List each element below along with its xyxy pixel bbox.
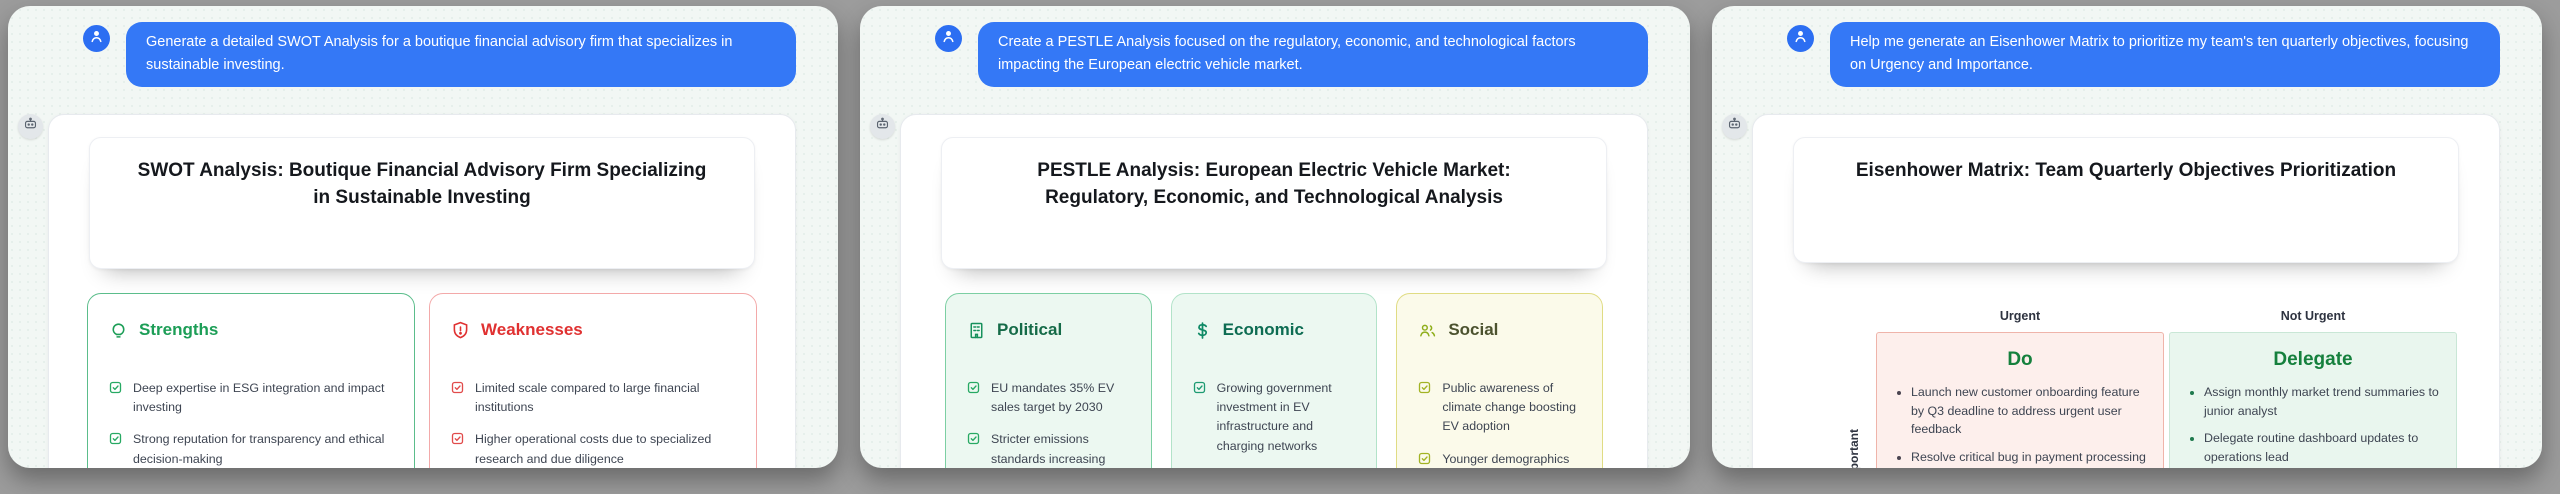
matrix-body: Important Do Launch new customer onboard… [1837,332,2457,468]
check-square-icon [450,431,465,446]
user-message-bubble: Create a PESTLE Analysis focused on the … [978,22,1648,87]
list-item: EU mandates 35% EV sales target by 2030 [966,379,1131,417]
quadrant-do: Do Launch new customer onboarding featur… [1876,332,2164,468]
check-square-icon [966,380,981,395]
list-item: Growing government investment in EV infr… [1192,379,1357,456]
robot-icon [22,115,39,137]
list-item: Assign monthly market trend summaries to… [2204,383,2440,420]
check-square-icon [1192,380,1207,395]
swot-grid: Strengths Deep expertise in ESG integrat… [87,293,757,468]
robot-icon [874,115,891,137]
check-square-icon [1417,380,1432,395]
assistant-message-row: Eisenhower Matrix: Team Quarterly Object… [1722,114,2528,468]
user-avatar [1787,25,1814,52]
dollar-icon [1192,320,1213,341]
person-icon [939,27,958,51]
person-icon [87,27,106,51]
assistant-avatar [1722,114,1747,139]
weaknesses-card: Weaknesses Limited scale compared to lar… [429,293,757,468]
user-avatar [83,25,110,52]
section-label: Political [997,320,1062,340]
people-icon [1417,320,1438,341]
matrix-column-headers: Urgent Not Urgent [1837,309,2457,323]
check-square-icon [450,380,465,395]
analysis-title: Eisenhower Matrix: Team Quarterly Object… [1838,158,2414,185]
quadrant-title: Do [1893,349,2147,371]
list-item: Limited scale compared to large financia… [450,379,736,417]
list-item: Higher operational costs due to speciali… [450,430,736,468]
column-header-not-urgent: Not Urgent [2169,309,2457,323]
list-item: Stricter emissions standards increasing … [966,430,1131,468]
person-icon [1791,27,1810,51]
list-item: Younger demographics favoring eco-friend… [1417,450,1582,468]
user-avatar [935,25,962,52]
section-label: Social [1448,320,1498,340]
user-message-bubble: Help me generate an Eisenhower Matrix to… [1830,22,2500,87]
chat-panel-pestle[interactable]: Create a PESTLE Analysis focused on the … [860,6,1690,468]
pestle-grid: Political EU mandates 35% EV sales targe… [945,293,1603,468]
section-label: Weaknesses [481,320,583,340]
list-item: Launch new customer onboarding feature b… [1911,383,2147,439]
assistant-message-row: PESTLE Analysis: European Electric Vehic… [870,114,1676,468]
chat-panel-swot[interactable]: Generate a detailed SWOT Analysis for a … [8,6,838,468]
user-message-row: Help me generate an Eisenhower Matrix to… [1722,22,2528,87]
user-message-row: Create a PESTLE Analysis focused on the … [870,22,1676,87]
economic-card: Economic Growing government investment i… [1171,293,1378,468]
political-card: Political EU mandates 35% EV sales targe… [945,293,1152,468]
user-message-bubble: Generate a detailed SWOT Analysis for a … [126,22,796,87]
section-label: Strengths [139,320,218,340]
list-item: Deep expertise in ESG integration and im… [108,379,394,417]
assistant-response-card: Eisenhower Matrix: Team Quarterly Object… [1752,114,2500,468]
list-item: Public awareness of climate change boost… [1417,379,1582,437]
analysis-title-card: SWOT Analysis: Boutique Financial Adviso… [89,137,755,269]
assistant-response-card: PESTLE Analysis: European Electric Vehic… [900,114,1648,468]
robot-icon [1726,115,1743,137]
analysis-title: PESTLE Analysis: European Electric Vehic… [986,158,1562,212]
check-square-icon [108,380,123,395]
list-item: Strong reputation for transparency and e… [108,430,394,468]
quadrant-delegate: Delegate Assign monthly market trend sum… [2169,332,2457,468]
lightbulb-icon [108,320,129,341]
column-header-urgent: Urgent [1876,309,2164,323]
quadrant-list: Assign monthly market trend summaries to… [2186,383,2440,468]
assistant-response-card: SWOT Analysis: Boutique Financial Adviso… [48,114,796,468]
check-square-icon [108,431,123,446]
quadrant-list: Launch new customer onboarding feature b… [1893,383,2147,468]
section-label: Economic [1223,320,1304,340]
eisenhower-matrix: Urgent Not Urgent Important Do Launch ne… [1837,309,2457,468]
assistant-avatar [18,114,43,139]
check-square-icon [966,431,981,446]
analysis-title-card: Eisenhower Matrix: Team Quarterly Object… [1793,137,2459,263]
quadrant-title: Delegate [2186,349,2440,371]
canvas: Generate a detailed SWOT Analysis for a … [0,0,2560,494]
list-item: Resolve critical bug in payment processi… [1911,448,2147,468]
user-message-row: Generate a detailed SWOT Analysis for a … [18,22,824,87]
shield-alert-icon [450,320,471,341]
list-item: Delegate routine dashboard updates to op… [2204,429,2440,466]
building-icon [966,320,987,341]
strengths-card: Strengths Deep expertise in ESG integrat… [87,293,415,468]
analysis-title: SWOT Analysis: Boutique Financial Adviso… [134,158,710,212]
assistant-message-row: SWOT Analysis: Boutique Financial Adviso… [18,114,824,468]
social-card: Social Public awareness of climate chang… [1396,293,1603,468]
row-label-important: Important [1847,429,1861,468]
assistant-avatar [870,114,895,139]
chat-panel-eisenhower[interactable]: Help me generate an Eisenhower Matrix to… [1712,6,2542,468]
analysis-title-card: PESTLE Analysis: European Electric Vehic… [941,137,1607,269]
check-square-icon [1417,451,1432,466]
